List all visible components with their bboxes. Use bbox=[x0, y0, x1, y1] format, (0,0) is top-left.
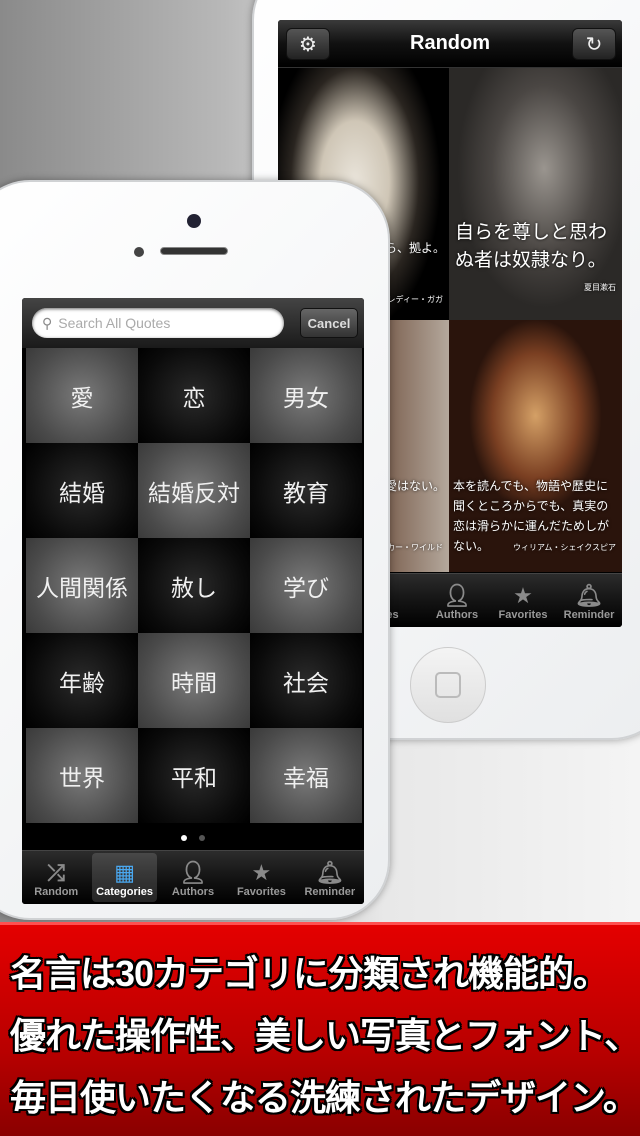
quote-author: 夏目漱石 bbox=[584, 283, 616, 292]
home-button[interactable] bbox=[410, 647, 486, 723]
tab-random[interactable]: ⤮ Random bbox=[24, 853, 88, 902]
search-bar: ⚲ Search All Quotes Cancel bbox=[22, 298, 364, 348]
person-icon: 👤︎ bbox=[179, 860, 207, 885]
page-indicator[interactable] bbox=[22, 823, 364, 853]
grid-icon: ▦ bbox=[114, 860, 135, 885]
search-icon: ⚲ bbox=[42, 314, 53, 331]
bell-icon: 🔔︎ bbox=[315, 860, 344, 885]
front-camera bbox=[187, 214, 201, 228]
category-grid: 愛恋男女結婚 結婚反対 教育人間関係 赦し 学び年齢 時間 社会世界 平和 幸福 bbox=[26, 348, 364, 823]
quote-author: レディー・ガガ bbox=[387, 295, 443, 304]
speaker bbox=[160, 247, 228, 255]
category-cell[interactable]: 時間 bbox=[138, 633, 250, 728]
front-phone: ⚲ Search All Quotes Cancel 愛恋男女結婚 結婚反対 教育人… bbox=[0, 180, 390, 920]
person-icon: 👤︎ bbox=[443, 583, 471, 608]
page-dot bbox=[199, 835, 205, 841]
banner-line: 優れた操作性、美しい写真とフォント、 bbox=[10, 1015, 640, 1056]
category-cell[interactable]: 人間関係 bbox=[26, 538, 138, 633]
home-icon bbox=[435, 672, 461, 698]
tab-favorites[interactable]: ★ Favorites bbox=[229, 853, 293, 902]
quote-author: カー・ワイルド bbox=[387, 543, 443, 552]
nav-title: Random bbox=[410, 32, 490, 54]
shuffle-icon: ⤮ bbox=[47, 860, 65, 885]
star-icon: ★ bbox=[251, 860, 272, 885]
tab-authors[interactable]: 👤︎ Authors bbox=[426, 576, 488, 625]
categories-screen: ⚲ Search All Quotes Cancel 愛恋男女結婚 結婚反対 教育人… bbox=[22, 298, 364, 904]
quote-text: 自らを尊しと思わぬ者は奴隷なり。 bbox=[455, 221, 608, 271]
search-placeholder: Search All Quotes bbox=[58, 315, 171, 331]
page-dot bbox=[181, 835, 187, 841]
refresh-button[interactable]: ↻ bbox=[572, 28, 616, 60]
category-cell[interactable]: 幸福 bbox=[250, 728, 362, 823]
category-cell[interactable]: 赦し bbox=[138, 538, 250, 633]
tab-label: Reminder bbox=[563, 609, 615, 621]
category-cell[interactable]: 学び bbox=[250, 538, 362, 633]
tab-label: Authors bbox=[435, 609, 479, 621]
tab-bar: ⤮ Random ▦ Categories 👤︎ Authors ★ Favorites… bbox=[22, 850, 364, 904]
tab-label: Authors bbox=[171, 886, 215, 898]
search-input[interactable]: ⚲ Search All Quotes bbox=[32, 308, 284, 338]
star-icon: ★ bbox=[513, 583, 533, 608]
tab-reminder[interactable]: 🔔︎ Reminder bbox=[298, 853, 362, 902]
tab-reminder[interactable]: 🔔︎ Reminder bbox=[558, 576, 620, 625]
tab-favorites[interactable]: ★ Favorites bbox=[492, 576, 554, 625]
bell-icon: 🔔︎ bbox=[575, 583, 603, 608]
tab-authors[interactable]: 👤︎ Authors bbox=[161, 853, 225, 902]
category-cell[interactable]: 愛 bbox=[26, 348, 138, 443]
tab-label: Favorites bbox=[498, 609, 548, 621]
category-cell[interactable]: 結婚反対 bbox=[138, 443, 250, 538]
category-cell[interactable]: 社会 bbox=[250, 633, 362, 728]
sensor bbox=[134, 247, 144, 257]
promo-banner: 名言は30カテゴリに分類され機能的。 優れた操作性、美しい写真とフォント、 毎日… bbox=[0, 922, 640, 1136]
cancel-button[interactable]: Cancel bbox=[300, 308, 358, 338]
quote-author: ウィリアム・シェイクスピア bbox=[512, 543, 616, 552]
quote-card[interactable]: 自らを尊しと思わぬ者は奴隷なり。 夏目漱石 bbox=[449, 68, 622, 320]
tab-label: Random bbox=[34, 886, 79, 898]
category-cell[interactable]: 年齢 bbox=[26, 633, 138, 728]
category-cell[interactable]: 平和 bbox=[138, 728, 250, 823]
category-cell[interactable]: 世界 bbox=[26, 728, 138, 823]
tab-label: Favorites bbox=[236, 886, 286, 898]
tab-label: Categories bbox=[96, 886, 154, 898]
settings-button[interactable]: ⚙ bbox=[286, 28, 330, 60]
banner-line: 毎日使いたくなる洗練されたデザイン。 bbox=[10, 1077, 639, 1118]
nav-bar: ⚙ Random ↻ bbox=[278, 20, 622, 68]
refresh-icon: ↻ bbox=[585, 33, 603, 56]
banner-line: 名言は30カテゴリに分類され機能的。 bbox=[10, 953, 609, 994]
gear-icon: ⚙ bbox=[299, 33, 317, 56]
tab-label: Reminder bbox=[304, 886, 356, 898]
category-cell[interactable]: 恋 bbox=[138, 348, 250, 443]
category-cell[interactable]: 教育 bbox=[250, 443, 362, 538]
category-cell[interactable]: 男女 bbox=[250, 348, 362, 443]
quote-card[interactable]: 本を読んでも、物語や歴史に聞くところからでも、真実の恋は滑らかに運んだためしがな… bbox=[449, 320, 622, 572]
category-cell[interactable]: 結婚 bbox=[26, 443, 138, 538]
tab-categories[interactable]: ▦ Categories bbox=[92, 853, 157, 902]
